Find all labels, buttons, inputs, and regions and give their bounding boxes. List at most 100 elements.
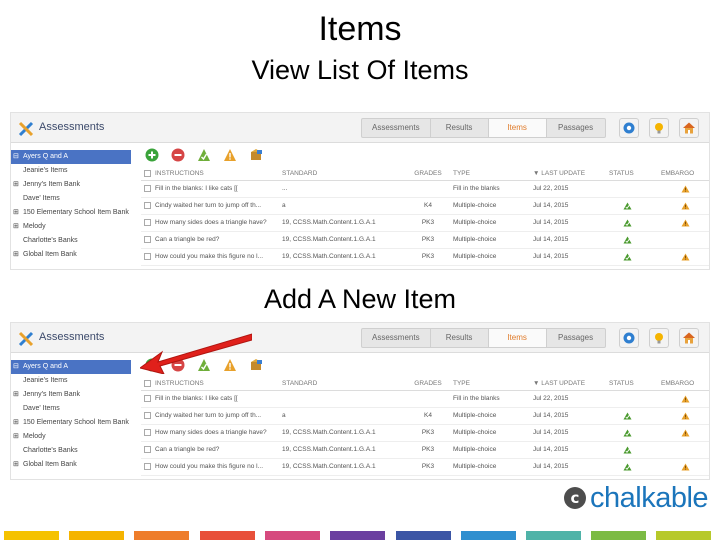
embargo-icon [681, 463, 690, 471]
tab-assessments[interactable]: Assessments [362, 119, 431, 137]
sidebar-item[interactable]: ⊞ 150 Elementary School Item Bank [11, 416, 131, 430]
sidebar-item[interactable]: Charlotte's Banks [11, 444, 131, 458]
table-row[interactable]: How many sides does a triangle have? 19, … [141, 425, 709, 442]
expand-icon[interactable]: ⊞ [13, 248, 19, 262]
home-button[interactable] [679, 118, 699, 138]
row-checkbox[interactable] [144, 236, 151, 243]
settings-button[interactable] [619, 328, 639, 348]
tab-passages[interactable]: Passages [547, 119, 605, 137]
expand-icon[interactable]: ⊞ [13, 458, 19, 472]
column-header-standard[interactable]: STANDARD [282, 377, 402, 390]
embargo-icon [681, 253, 690, 261]
tab-results[interactable]: Results [431, 119, 489, 137]
heading-add-item: Add A New Item [263, 284, 457, 314]
row-checkbox[interactable] [144, 219, 151, 226]
table-row[interactable]: Cindy waited her turn to jump off th... a… [141, 408, 709, 425]
column-header-grades[interactable]: GRADES [403, 377, 453, 390]
column-header-last-update[interactable]: ▼ LAST UPDATE [533, 377, 608, 390]
sidebar-item[interactable]: ⊞ Jenny's Item Bank [11, 388, 131, 402]
table-row[interactable]: Cindy waited her turn to jump off th... a… [141, 198, 709, 215]
sidebar-item-label: Dave' Items [23, 195, 60, 202]
status-ok-icon [623, 253, 632, 261]
sidebar-item[interactable]: Jeanie's Items [11, 164, 131, 178]
row-checkbox[interactable] [144, 202, 151, 209]
expand-icon[interactable]: ⊞ [13, 430, 19, 444]
table-row[interactable]: How many sides does a triangle have? 19, … [141, 215, 709, 232]
column-header-type[interactable]: TYPE [453, 167, 533, 180]
column-header-instructions[interactable]: INSTRUCTIONS [155, 377, 280, 390]
sidebar-item[interactable]: ⊟ Ayers Q and A [11, 360, 131, 374]
row-checkbox[interactable] [144, 446, 151, 453]
tab-assessments[interactable]: Assessments [362, 329, 431, 347]
tab-items[interactable]: Items [488, 329, 547, 347]
cell-standard: 19, CCSS.Math.Content.1.G.A.1 [282, 463, 376, 470]
table-row[interactable]: How could you make this figure no l... 19… [141, 459, 709, 476]
expand-icon[interactable]: ⊞ [13, 220, 19, 234]
cell-grade: PK3 [421, 463, 435, 470]
row-checkbox[interactable] [144, 185, 151, 192]
app-title: Assessments [39, 331, 105, 343]
sidebar-item-label: Melody [23, 433, 46, 440]
table-row[interactable]: Can a triangle be red? 19, CCSS.Math.Cont… [141, 232, 709, 249]
collapse-icon[interactable]: ⊟ [13, 360, 19, 374]
sidebar-item-label: Ayers Q and A [23, 363, 69, 370]
column-header-instructions[interactable]: INSTRUCTIONS [155, 167, 280, 180]
cell-updated: Jul 22, 2015 [533, 395, 569, 402]
sidebar-item[interactable]: ⊞ Melody [11, 220, 131, 234]
table-row[interactable]: Can a triangle be red? 19, CCSS.Math.Cont… [141, 442, 709, 459]
tab-results[interactable]: Results [431, 329, 489, 347]
column-header-standard[interactable]: STANDARD [282, 167, 402, 180]
column-header-grades[interactable]: GRADES [403, 167, 453, 180]
table-row[interactable]: Fill in the blanks: I like cats [[... Fil… [141, 181, 709, 198]
expand-icon[interactable]: ⊞ [13, 388, 19, 402]
package-icon[interactable] [249, 148, 263, 162]
expand-icon[interactable]: ⊞ [13, 178, 19, 192]
add-icon[interactable] [145, 148, 159, 162]
column-header-status[interactable]: STATUS [609, 377, 659, 390]
tab-passages[interactable]: Passages [547, 329, 605, 347]
row-checkbox[interactable] [144, 253, 151, 260]
item-bank-sidebar: ⊟ Ayers Q and A Jeanie's Items ⊞ Jenny's Ite… [11, 150, 131, 262]
table-row[interactable]: How could you make this figure no l... 19… [141, 249, 709, 266]
expand-icon[interactable]: ⊞ [13, 206, 19, 220]
sidebar-item[interactable]: ⊞ Melody [11, 430, 131, 444]
expand-icon[interactable]: ⊞ [13, 416, 19, 430]
settings-button[interactable] [619, 118, 639, 138]
sidebar-item-label: Jeanie's Items [23, 377, 68, 384]
footer-color-bar [656, 531, 711, 540]
cell-standard: 19, CCSS.Math.Content.1.G.A.1 [282, 236, 376, 243]
sidebar-item[interactable]: Jeanie's Items [11, 374, 131, 388]
sidebar-item[interactable]: ⊟ Ayers Q and A [11, 150, 131, 164]
row-checkbox[interactable] [144, 463, 151, 470]
sidebar-item[interactable]: ⊞ Jenny's Item Bank [11, 178, 131, 192]
column-header-status[interactable]: STATUS [609, 167, 659, 180]
collapse-icon[interactable]: ⊟ [13, 150, 19, 164]
status-ok-icon [623, 236, 632, 244]
row-checkbox[interactable] [144, 412, 151, 419]
column-header-last-update[interactable]: ▼ LAST UPDATE [533, 167, 608, 180]
column-header-embargo[interactable]: EMBARGO [661, 377, 709, 390]
sidebar-item[interactable]: Charlotte's Banks [11, 234, 131, 248]
lightbulb-button[interactable] [649, 118, 669, 138]
home-button[interactable] [679, 328, 699, 348]
select-all-checkbox[interactable] [144, 170, 151, 177]
approve-icon[interactable] [197, 148, 211, 162]
sidebar-item[interactable]: ⊞ 150 Elementary School Item Bank [11, 206, 131, 220]
remove-icon[interactable] [171, 148, 185, 162]
row-checkbox[interactable] [144, 429, 151, 436]
select-all-checkbox[interactable] [144, 380, 151, 387]
column-header-type[interactable]: TYPE [453, 377, 533, 390]
column-header-embargo[interactable]: EMBARGO [661, 167, 709, 180]
sidebar-item[interactable]: ⊞ Global Item Bank [11, 248, 131, 262]
sidebar-item[interactable]: ⊞ Global Item Bank [11, 458, 131, 472]
row-checkbox[interactable] [144, 395, 151, 402]
tab-items[interactable]: Items [488, 119, 547, 137]
footer-color-bar [396, 531, 451, 540]
warning-icon[interactable] [223, 148, 237, 162]
lightbulb-button[interactable] [649, 328, 669, 348]
sidebar-item[interactable]: Dave' Items [11, 192, 131, 206]
sidebar-item[interactable]: Dave' Items [11, 402, 131, 416]
lightbulb-icon [655, 123, 663, 134]
cell-standard: a [282, 412, 286, 419]
table-row[interactable]: Fill in the blanks: I like cats [[Fill i… [141, 391, 709, 408]
